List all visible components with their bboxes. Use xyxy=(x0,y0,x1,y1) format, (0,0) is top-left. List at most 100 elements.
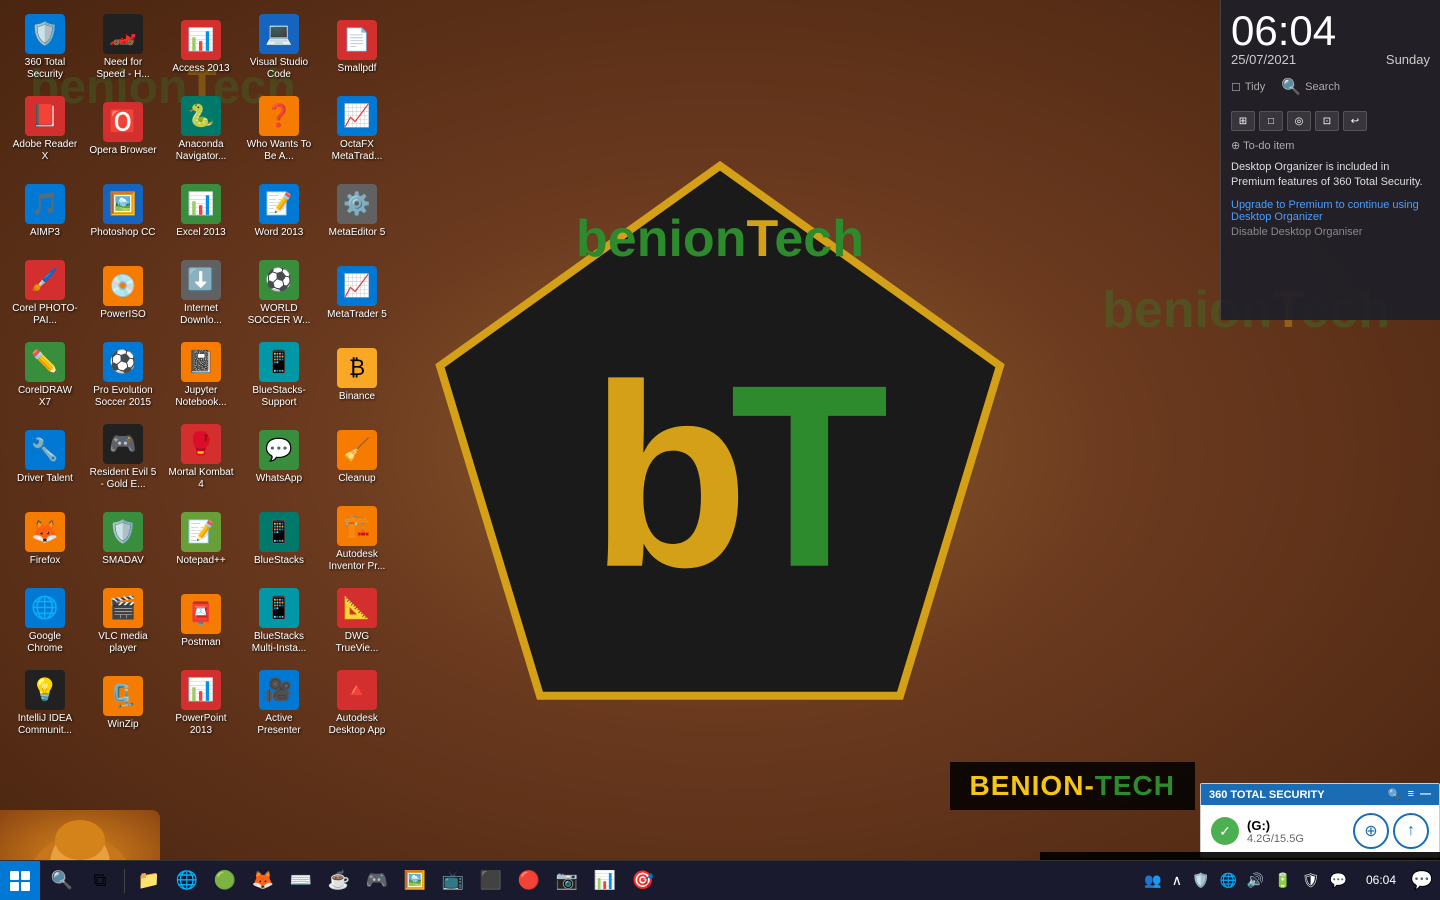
desktop-icon-need-for-speed[interactable]: 🏎️Need for Speed - H... xyxy=(87,9,159,85)
desktop-icon-dwg-trueview[interactable]: 📐DWG TrueVie... xyxy=(321,583,393,659)
desktop-icon-jupyter[interactable]: 📓Jupyter Notebook... xyxy=(165,337,237,413)
panel-btn-2[interactable]: □ xyxy=(1259,111,1283,131)
desktop-icon-intellij[interactable]: 💡IntelliJ IDEA Communit... xyxy=(9,665,81,741)
panel-todo[interactable]: ⊕ To-do item xyxy=(1231,139,1430,152)
desktop-icon-powerpoint[interactable]: 📊PowerPoint 2013 xyxy=(165,665,237,741)
desktop-icon-poweriso[interactable]: 💿PowerISO xyxy=(87,255,159,331)
desktop-icon-cleanup[interactable]: 🧹Cleanup xyxy=(321,419,393,495)
desktop-icon-binance[interactable]: ₿Binance xyxy=(321,337,393,413)
desktop-icon-winzip[interactable]: 🗜️WinZip xyxy=(87,665,159,741)
desktop-icon-firefox[interactable]: 🦊Firefox xyxy=(9,501,81,577)
desktop-icon-excel-2013[interactable]: 📊Excel 2013 xyxy=(165,173,237,249)
desktop-icon-driver-talent[interactable]: 🔧Driver Talent xyxy=(9,419,81,495)
security-menu-icon[interactable]: ≡ xyxy=(1408,788,1414,801)
desktop-icon-corel-photo[interactable]: 🖌️Corel PHOTO-PAI... xyxy=(9,255,81,331)
taskbar-extra1[interactable]: 📊 xyxy=(587,863,623,899)
desktop-icon-metaeditor5[interactable]: ⚙️MetaEditor 5 xyxy=(321,173,393,249)
dwg-trueview-icon: 📐 xyxy=(337,588,377,628)
desktop-icon-adobe-reader[interactable]: 📕Adobe Reader X xyxy=(9,91,81,167)
firefox-label: Firefox xyxy=(30,555,61,567)
panel-upgrade-link[interactable]: Upgrade to Premium to continue using Des… xyxy=(1231,199,1430,223)
desktop-icon-smallpdf[interactable]: 📄Smallpdf xyxy=(321,9,393,85)
taskbar-firefox[interactable]: 🦊 xyxy=(245,863,281,899)
tray-battery[interactable]: 🔋 xyxy=(1271,870,1294,891)
winzip-icon: 🗜️ xyxy=(103,676,143,716)
desktop-icon-notepadpp[interactable]: 📝Notepad++ xyxy=(165,501,237,577)
taskbar-photoshop[interactable]: 🖼️ xyxy=(397,863,433,899)
desktop-icon-360-total-security[interactable]: 🛡️360 Total Security xyxy=(9,9,81,85)
taskbar-time[interactable]: 06:04 xyxy=(1358,873,1404,889)
tray-network-2[interactable]: 🌐 xyxy=(1216,870,1239,891)
desktop-icon-anaconda[interactable]: 🐍Anaconda Navigator... xyxy=(165,91,237,167)
desktop-icon-bluestacks-multi[interactable]: 📱BlueStacks Multi-Insta... xyxy=(243,583,315,659)
tray-msg[interactable]: 💬 xyxy=(1327,870,1350,891)
security-search-icon[interactable]: 🔍 xyxy=(1388,788,1402,801)
taskbar-vs-code[interactable]: ⌨️ xyxy=(283,863,319,899)
pro-evo-soccer-icon: ⚽ xyxy=(103,342,143,382)
security-action-2[interactable]: ↑ xyxy=(1393,813,1429,849)
tray-chevron[interactable]: ∧ xyxy=(1169,870,1185,891)
desktop-icon-google-chrome[interactable]: 🌐Google Chrome xyxy=(9,583,81,659)
desktop-icon-octafx[interactable]: 📈OctaFX MetaTrad... xyxy=(321,91,393,167)
taskbar-game[interactable]: 🎮 xyxy=(359,863,395,899)
desktop-icon-internet-download[interactable]: ⬇️Internet Downlo... xyxy=(165,255,237,331)
security-close-icon[interactable]: — xyxy=(1420,788,1431,801)
tray-360[interactable]: 🛡 xyxy=(1299,870,1323,891)
desktop-icon-mortal-kombat[interactable]: 🥊Mortal Kombat 4 xyxy=(165,419,237,495)
desktop-icon-vlc[interactable]: 🎬VLC media player xyxy=(87,583,159,659)
taskbar-chrome[interactable]: 🟢 xyxy=(207,863,243,899)
taskbar-notification[interactable]: 💬 xyxy=(1404,863,1440,899)
taskbar-java[interactable]: ☕ xyxy=(321,863,357,899)
desktop-icon-metatrader5[interactable]: 📈MetaTrader 5 xyxy=(321,255,393,331)
tray-defender[interactable]: 🛡️ xyxy=(1189,870,1212,891)
world-soccer-label: WORLD SOCCER W... xyxy=(245,303,313,327)
taskbar-edge[interactable]: 🌐 xyxy=(169,863,205,899)
tray-volume[interactable]: 🔊 xyxy=(1244,870,1267,891)
taskbar-extra2[interactable]: 🎯 xyxy=(625,863,661,899)
taskbar-media[interactable]: 📺 xyxy=(435,863,471,899)
desktop-icon-opera-browser[interactable]: 🅾️Opera Browser xyxy=(87,91,159,167)
poweriso-label: PowerISO xyxy=(100,309,146,321)
taskbar-recording[interactable]: 🔴 xyxy=(511,863,547,899)
start-button[interactable] xyxy=(0,861,40,900)
desktop-icon-visual-studio-code[interactable]: 💻Visual Studio Code xyxy=(243,9,315,85)
bluestacks-icon: 📱 xyxy=(259,512,299,552)
panel-btn-5[interactable]: ↩ xyxy=(1343,111,1367,131)
panel-btn-4[interactable]: ⊡ xyxy=(1315,111,1339,131)
desktop-icon-bluestacks-support[interactable]: 📱BlueStacks-Support xyxy=(243,337,315,413)
postman-icon: 📮 xyxy=(181,594,221,634)
desktop-icon-whatsapp[interactable]: 💬WhatsApp xyxy=(243,419,315,495)
cleanup-icon: 🧹 xyxy=(337,430,377,470)
desktop-icon-smadav[interactable]: 🛡️SMADAV xyxy=(87,501,159,577)
desktop-icon-aimp3[interactable]: 🎵AIMP3 xyxy=(9,173,81,249)
desktop-icon-access-2013[interactable]: 📊Access 2013 xyxy=(165,9,237,85)
taskbar-task-view[interactable]: ⧉ xyxy=(82,863,118,899)
taskbar-terminal[interactable]: ⬛ xyxy=(473,863,509,899)
desktop-icon-active-presenter[interactable]: 🎥Active Presenter xyxy=(243,665,315,741)
desktop-icon-word-2013[interactable]: 📝Word 2013 xyxy=(243,173,315,249)
taskbar-camera[interactable]: 📷 xyxy=(549,863,585,899)
desktop-icon-pro-evo-soccer[interactable]: ⚽Pro Evolution Soccer 2015 xyxy=(87,337,159,413)
tray-network[interactable]: 👥 xyxy=(1141,870,1164,891)
desktop-icon-world-soccer[interactable]: ⚽WORLD SOCCER W... xyxy=(243,255,315,331)
desktop-icon-coreldraw[interactable]: ✏️CorelDRAW X7 xyxy=(9,337,81,413)
desktop-icon-resident-evil[interactable]: 🎮Resident Evil 5 - Gold E... xyxy=(87,419,159,495)
desktop-icon-who-wants[interactable]: ❓Who Wants To Be A... xyxy=(243,91,315,167)
coreldraw-icon: ✏️ xyxy=(25,342,65,382)
desktop-icon-bluestacks[interactable]: 📱BlueStacks xyxy=(243,501,315,577)
corel-photo-label: Corel PHOTO-PAI... xyxy=(11,303,79,327)
panel-btn-3[interactable]: ◎ xyxy=(1287,111,1311,131)
panel-btn-1[interactable]: ⊞ xyxy=(1231,111,1255,131)
mortal-kombat-label: Mortal Kombat 4 xyxy=(167,467,235,491)
desktop-icon-autodesk-desktop[interactable]: 🔺Autodesk Desktop App xyxy=(321,665,393,741)
svg-text:b: b xyxy=(590,332,749,622)
desktop-icon-photoshop[interactable]: 🖼️Photoshop CC xyxy=(87,173,159,249)
desktop-icon-autodesk-inventor[interactable]: 🏗️Autodesk Inventor Pr... xyxy=(321,501,393,577)
desktop-organizer-panel: 06:04 25/07/2021 Sunday ☐ Tidy 🔍 Search … xyxy=(1220,0,1440,320)
panel-disable-link[interactable]: Disable Desktop Organiser xyxy=(1231,226,1430,238)
vlc-label: VLC media player xyxy=(89,631,157,655)
security-action-1[interactable]: ⊕ xyxy=(1353,813,1389,849)
desktop-icon-postman[interactable]: 📮Postman xyxy=(165,583,237,659)
taskbar-search[interactable]: 🔍 xyxy=(44,863,80,899)
taskbar-file-explorer[interactable]: 📁 xyxy=(131,863,167,899)
